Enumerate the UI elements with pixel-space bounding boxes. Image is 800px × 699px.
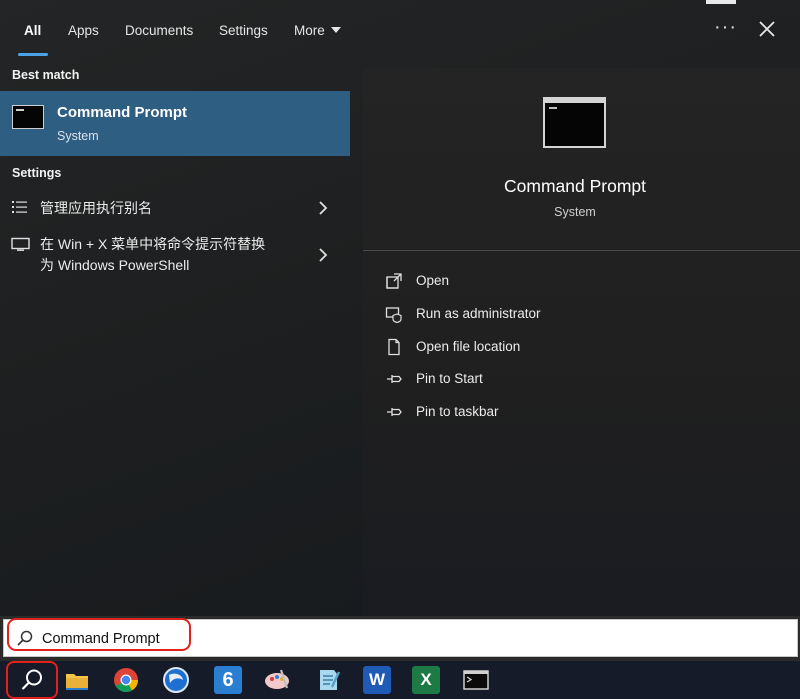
action-open[interactable]: Open — [385, 270, 685, 294]
command-prompt-icon — [12, 105, 44, 129]
terminal-icon[interactable] — [462, 666, 490, 694]
tab-all[interactable]: All — [24, 23, 41, 38]
chevron-right-icon — [319, 248, 328, 262]
ellipsis-icon[interactable]: ··· — [714, 16, 737, 39]
settings-result-app-alias[interactable]: 管理应用执行别名 — [0, 195, 350, 223]
shield-run-icon — [385, 307, 402, 323]
command-prompt-icon — [543, 97, 606, 148]
search-scope-tabs: All Apps Documents Settings More ··· — [0, 0, 800, 62]
best-match-heading: Best match — [12, 68, 80, 82]
notepad-icon[interactable] — [313, 666, 341, 694]
best-match-result[interactable]: Command Prompt System — [0, 91, 350, 156]
tab-more-label: More — [294, 23, 325, 38]
taskbar-search-button[interactable] — [6, 661, 58, 699]
excel-icon[interactable]: X — [412, 666, 440, 694]
taskbar: 6 W X — [0, 661, 800, 699]
action-label: Open file location — [416, 339, 521, 354]
monitor-icon — [11, 237, 30, 251]
browser-icon[interactable] — [162, 666, 190, 694]
best-match-title: Command Prompt — [57, 104, 188, 121]
chrome-icon[interactable] — [112, 666, 140, 694]
best-match-subtitle: System — [57, 129, 99, 143]
search-box[interactable] — [3, 619, 798, 657]
search-icon — [21, 669, 42, 690]
pin-icon — [387, 408, 402, 416]
result-detail-pane: Command Prompt System Open Run as admini… — [363, 68, 800, 616]
action-label: Open — [416, 273, 450, 288]
word-icon[interactable]: W — [363, 666, 391, 694]
settings-result-label-line2: 为 Windows PowerShell — [40, 257, 190, 273]
active-tab-indicator — [18, 53, 48, 56]
action-run-as-administrator[interactable]: Run as administrator — [385, 303, 685, 327]
chevron-right-icon — [319, 201, 328, 215]
detail-subtitle: System — [554, 205, 596, 219]
action-pin-to-start[interactable]: Pin to Start — [385, 368, 685, 392]
paint-icon[interactable] — [263, 666, 291, 694]
divider — [363, 250, 800, 251]
search-input[interactable] — [42, 629, 742, 649]
pin-icon — [387, 375, 402, 383]
list-settings-icon — [12, 201, 27, 213]
tab-more[interactable]: More — [294, 23, 341, 38]
detail-title: Command Prompt — [504, 176, 646, 196]
action-label: Run as administrator — [416, 306, 541, 321]
file-explorer-icon[interactable] — [63, 666, 91, 694]
search-bar — [0, 616, 800, 661]
tab-documents[interactable]: Documents — [125, 23, 193, 38]
chevron-down-icon — [330, 27, 341, 33]
search-icon — [17, 630, 33, 646]
settings-result-label-line1: 在 Win + X 菜单中将命令提示符替换 — [40, 236, 266, 252]
action-pin-to-taskbar[interactable]: Pin to taskbar — [385, 401, 685, 425]
action-label: Pin to taskbar — [416, 404, 499, 419]
search-panel: All Apps Documents Settings More ··· Bes… — [0, 0, 800, 616]
open-icon — [386, 273, 402, 289]
settings-heading: Settings — [12, 166, 62, 180]
action-label: Pin to Start — [416, 371, 483, 386]
action-open-file-location[interactable]: Open file location — [385, 336, 685, 360]
tab-apps[interactable]: Apps — [68, 23, 99, 38]
app-6-icon[interactable]: 6 — [214, 666, 242, 694]
close-icon[interactable] — [756, 18, 778, 40]
file-location-icon — [388, 338, 400, 356]
tab-settings[interactable]: Settings — [219, 23, 268, 38]
settings-result-winx-powershell[interactable]: 在 Win + X 菜单中将命令提示符替换 为 Windows PowerShe… — [0, 233, 350, 279]
settings-result-label: 管理应用执行别名 — [40, 200, 152, 216]
